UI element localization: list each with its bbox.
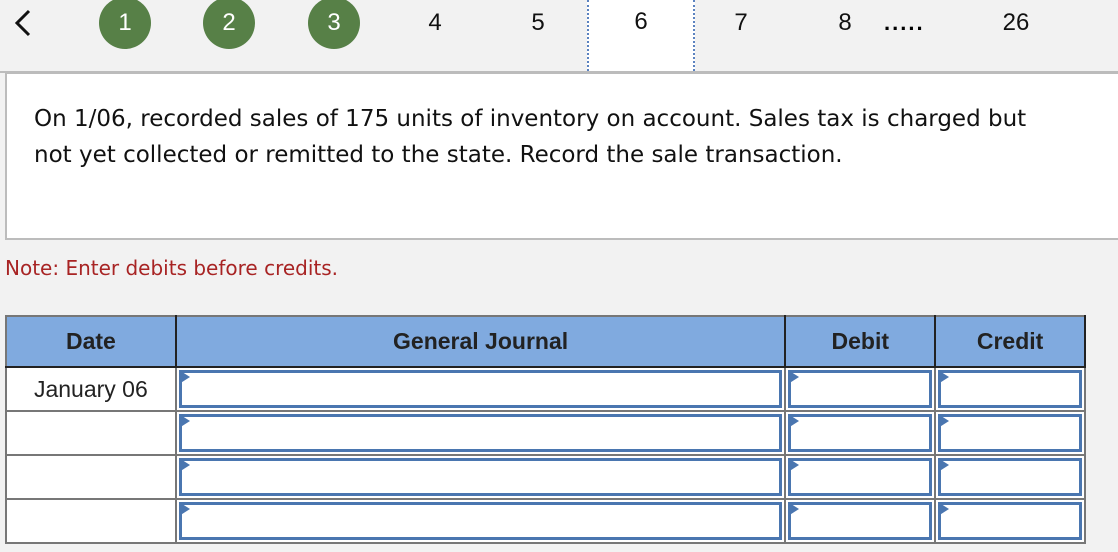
table-header-row: Date General Journal Debit Credit	[5, 315, 1086, 368]
step-ellipsis: .....	[884, 10, 925, 35]
credit-cell	[934, 454, 1086, 500]
account-cell	[174, 366, 787, 412]
step-8[interactable]: 8	[830, 0, 860, 46]
step-6-current[interactable]: 6	[587, 0, 695, 75]
account-cell	[174, 410, 787, 456]
header-credit: Credit	[934, 315, 1086, 368]
step-1[interactable]: 1	[99, 0, 151, 49]
debit-cell	[784, 410, 937, 456]
credit-input[interactable]	[938, 458, 1082, 496]
question-text: On 1/06, recorded sales of 175 units of …	[34, 106, 1027, 168]
credit-cell	[934, 498, 1086, 544]
step-26[interactable]: 26	[996, 0, 1036, 46]
header-debit: Debit	[784, 315, 937, 368]
account-dropdown[interactable]	[178, 458, 783, 496]
date-cell	[5, 498, 177, 544]
credit-cell	[934, 366, 1086, 412]
table-row	[5, 498, 1086, 544]
previous-button[interactable]	[8, 6, 38, 40]
question-navigation: 1 2 3 4 5 6 7 8 ..... 26	[0, 0, 1118, 75]
debit-cell	[784, 366, 937, 412]
step-3[interactable]: 3	[308, 0, 360, 49]
question-box: On 1/06, recorded sales of 175 units of …	[5, 72, 1118, 240]
table-row	[5, 454, 1086, 500]
credit-input[interactable]	[938, 370, 1082, 408]
step-5[interactable]: 5	[523, 0, 553, 46]
header-date: Date	[5, 315, 177, 368]
debit-input[interactable]	[788, 458, 933, 496]
date-cell	[5, 410, 177, 456]
note-text: Note: Enter debits before credits.	[5, 256, 339, 280]
account-dropdown[interactable]	[178, 414, 783, 452]
account-cell	[174, 498, 787, 544]
credit-input[interactable]	[938, 414, 1082, 452]
credit-input[interactable]	[938, 502, 1082, 540]
account-dropdown[interactable]	[178, 502, 783, 540]
date-cell: January 06	[5, 366, 177, 412]
debit-input[interactable]	[788, 370, 933, 408]
date-cell	[5, 454, 177, 500]
step-2[interactable]: 2	[203, 0, 255, 49]
debit-cell	[784, 498, 937, 544]
table-row	[5, 410, 1086, 456]
debit-input[interactable]	[788, 414, 933, 452]
general-journal-table: Date General Journal Debit Credit Januar…	[5, 315, 1086, 544]
debit-input[interactable]	[788, 502, 933, 540]
step-7[interactable]: 7	[726, 0, 756, 46]
debit-cell	[784, 454, 937, 500]
credit-cell	[934, 410, 1086, 456]
chevron-left-icon	[14, 9, 31, 37]
table-row: January 06	[5, 366, 1086, 412]
step-4[interactable]: 4	[420, 0, 450, 46]
header-general-journal: General Journal	[174, 315, 787, 368]
account-dropdown[interactable]	[178, 370, 783, 408]
account-cell	[174, 454, 787, 500]
